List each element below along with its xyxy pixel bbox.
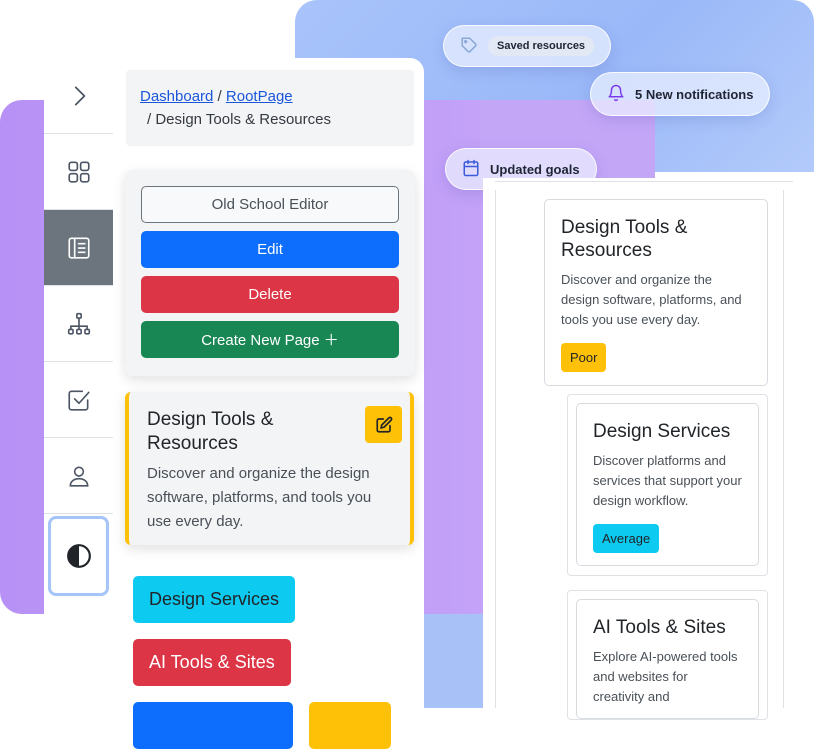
saved-resources-pill[interactable]: Saved resources (443, 25, 612, 67)
edit-button[interactable]: Edit (141, 231, 399, 268)
page-actions-card: Old School Editor Edit Delete Create New… (125, 170, 415, 376)
old-school-editor-button[interactable]: Old School Editor (141, 186, 399, 223)
theme-toggle-button[interactable] (48, 516, 109, 596)
delete-button[interactable]: Delete (141, 276, 399, 313)
bell-icon (607, 84, 625, 105)
contrast-icon (66, 544, 91, 568)
page-tree-panel: Design Tools & Resources Discover and or… (483, 178, 814, 720)
pencil-square-icon (375, 416, 392, 433)
tree-line (495, 190, 496, 708)
sidebar-item-profile[interactable] (44, 438, 113, 514)
tag-icon (460, 36, 478, 57)
breadcrumb: Dashboard / RootPage / Design Tools & Re… (126, 70, 414, 146)
page-panel: Dashboard / RootPage / Design Tools & Re… (113, 58, 424, 749)
child-chip-design-services[interactable]: Design Services (133, 576, 296, 623)
user-icon (69, 466, 88, 487)
tree-child1-title: Design Services (593, 421, 731, 442)
tree-root-description: Discover and organize the design softwar… (561, 272, 742, 327)
new-notifications-pill[interactable]: 5 New notifications (590, 72, 771, 116)
tree-root-title: Design Tools & Resources (561, 217, 688, 261)
updated-goals-label: Updated goals (490, 161, 580, 177)
new-notifications-label: 5 New notifications (635, 86, 754, 102)
checkbox-icon (67, 390, 90, 411)
current-page-description: Discover and organize the design softwar… (147, 465, 372, 530)
tree-line (783, 190, 784, 708)
breadcrumb-current: / Design Tools & Resources (147, 111, 331, 128)
current-page-title: Design Tools & Resources (147, 409, 274, 454)
tree-card-ai-tools[interactable]: AI Tools & Sites Explore AI-powered tool… (576, 599, 759, 719)
tree-card-root[interactable]: Design Tools & Resources Discover and or… (544, 199, 768, 386)
breadcrumb-separator: / (213, 88, 226, 105)
grid-icon (67, 160, 90, 183)
child-chip-ai-tools[interactable]: AI Tools & Sites (133, 639, 291, 686)
list-panel-icon (67, 236, 90, 259)
breadcrumb-link-rootpage[interactable]: RootPage (226, 88, 293, 105)
child-chip-yellow[interactable] (309, 702, 391, 749)
breadcrumb-link-dashboard[interactable]: Dashboard (140, 88, 213, 105)
sidebar-item-dashboard[interactable] (44, 134, 113, 210)
sidebar-item-tasks[interactable] (44, 362, 113, 438)
tree-top-line (495, 181, 793, 182)
tree-child2-description: Explore AI-powered tools and websites fo… (593, 649, 738, 704)
icon-sidebar (44, 58, 114, 708)
sidebar-item-pages[interactable] (44, 210, 113, 286)
status-badge: Poor (561, 343, 607, 372)
tree-card-design-services[interactable]: Design Services Discover platforms and s… (576, 403, 759, 566)
sidebar-expand-button[interactable] (44, 58, 113, 134)
child-chip-blue[interactable] (133, 702, 293, 749)
current-page-card: Design Tools & Resources Discover and or… (125, 392, 414, 545)
hierarchy-icon (67, 312, 90, 335)
tree-child1-description: Discover platforms and services that sup… (593, 453, 742, 508)
tree-child2-title: AI Tools & Sites (593, 617, 726, 638)
edit-page-icon-button[interactable] (365, 406, 402, 443)
chevron-right-icon (74, 85, 85, 106)
sidebar-item-sitemap[interactable] (44, 286, 113, 362)
calendar-icon (462, 159, 480, 180)
create-new-page-button[interactable]: Create New Page ＋ (141, 321, 399, 358)
status-badge: Average (593, 524, 660, 553)
saved-resources-label: Saved resources (488, 36, 595, 56)
